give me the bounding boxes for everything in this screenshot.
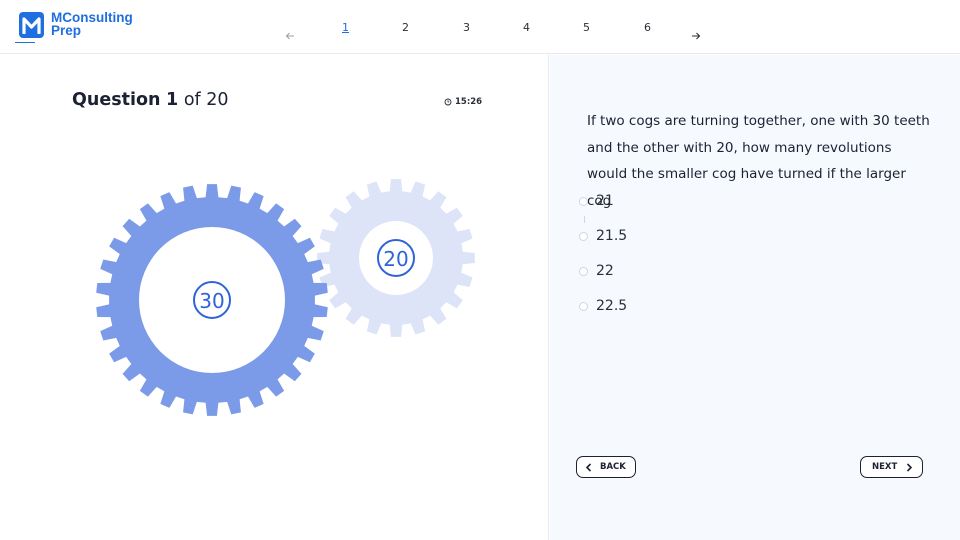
page-3-link[interactable]: 3 [463, 21, 470, 34]
question-text: If two cogs are turning together, one wi… [587, 113, 930, 209]
option-1[interactable]: 21 [579, 193, 614, 209]
next-button[interactable]: NEXT [860, 456, 923, 478]
divider-tick [584, 216, 585, 223]
small-cog: 20 [317, 179, 475, 337]
option-1-radio[interactable] [579, 196, 588, 206]
option-1-label: 21 [596, 193, 614, 209]
large-cog-label: 30 [199, 289, 224, 313]
next-label: NEXT [872, 462, 898, 472]
option-3[interactable]: 22 [579, 263, 614, 279]
option-2-radio[interactable] [579, 231, 588, 241]
option-4[interactable]: 22.5 [579, 298, 627, 314]
back-button[interactable]: BACK [576, 456, 636, 478]
question-pagination: 1 2 3 4 5 6 [0, 0, 960, 54]
chevron-left-icon [585, 462, 592, 472]
option-4-radio[interactable] [579, 301, 588, 311]
top-bar: MConsulting Prep 1 2 3 4 5 6 [0, 0, 960, 54]
option-4-label: 22.5 [596, 298, 628, 314]
arrow-left-icon[interactable] [285, 27, 295, 45]
cogs-illustration: 20 30 [96, 179, 475, 416]
back-label: BACK [600, 462, 626, 472]
page-2-link[interactable]: 2 [402, 21, 409, 34]
arrow-right-icon[interactable] [691, 27, 701, 45]
option-3-radio[interactable] [579, 266, 588, 276]
page-1-link[interactable]: 1 [342, 21, 349, 34]
option-2-label: 21.5 [596, 228, 628, 244]
chevron-right-icon [907, 462, 913, 472]
small-cog-label: 20 [383, 247, 408, 271]
page-6-link[interactable]: 6 [644, 21, 651, 34]
page-4-link[interactable]: 4 [523, 21, 530, 34]
answer-panel: If two cogs are turning together, one wi… [550, 55, 960, 540]
option-2[interactable]: 21.5 [579, 228, 627, 244]
option-3-label: 22 [596, 263, 614, 279]
page-5-link[interactable]: 5 [583, 21, 590, 34]
large-cog: 30 [96, 184, 328, 416]
question-panel: Question 1 of 20 15:26 20 30 [0, 55, 549, 540]
